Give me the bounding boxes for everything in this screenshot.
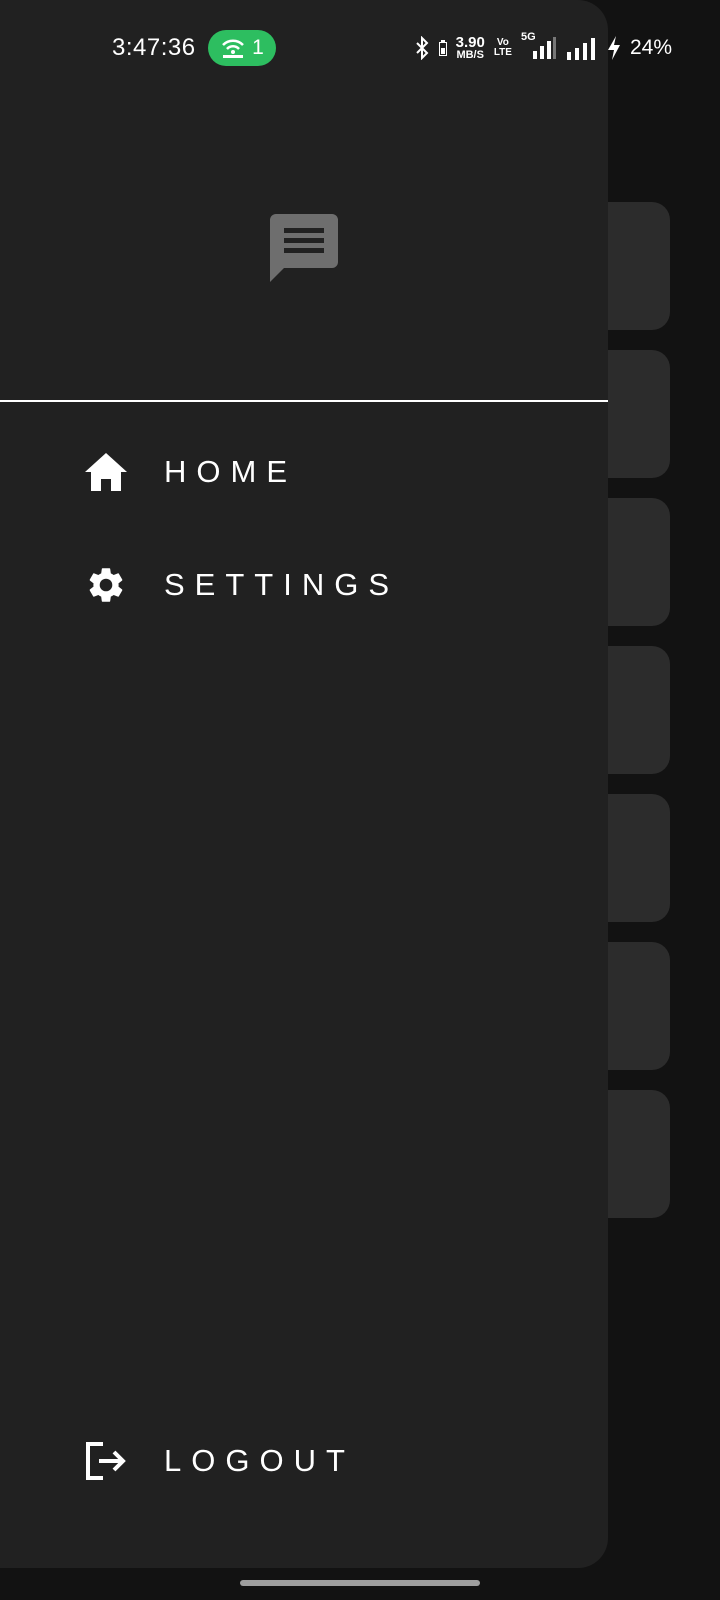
hotspot-count: 1 <box>252 36 264 59</box>
menu-item-settings[interactable]: SETTINGS <box>84 555 564 615</box>
charging-icon <box>607 36 620 60</box>
drawer-header <box>0 96 608 401</box>
menu-item-label: SETTINGS <box>164 567 400 602</box>
volte-indicator: Vo LTE <box>493 37 512 58</box>
status-bar: 3:47:36 1 3.90 MB/S Vo LTE 5G 24% <box>0 0 720 96</box>
logout-icon <box>84 1439 128 1483</box>
home-icon <box>84 450 128 494</box>
navigation-drawer: HOME SETTINGS LOGOUT <box>0 0 608 1568</box>
gesture-home-bar[interactable] <box>240 1580 480 1586</box>
logout-button[interactable]: LOGOUT <box>84 1431 564 1491</box>
hotspot-icon <box>222 39 245 58</box>
gear-icon <box>84 563 128 607</box>
status-time: 3:47:36 <box>112 34 196 61</box>
battery-saver-icon <box>438 40 447 56</box>
battery-percentage: 24% <box>629 36 672 59</box>
bluetooth-icon <box>415 36 429 60</box>
menu-item-label: HOME <box>164 454 297 489</box>
menu-item-home[interactable]: HOME <box>84 442 564 502</box>
header-divider <box>0 400 608 402</box>
signal-5g-icon: 5G <box>521 31 557 61</box>
signal-icon <box>566 38 595 60</box>
hotspot-indicator[interactable]: 1 <box>208 30 276 66</box>
status-icons: 3.90 MB/S Vo LTE 5G 24% <box>414 31 672 64</box>
logout-label: LOGOUT <box>164 1443 355 1478</box>
network-speed: 3.90 MB/S <box>455 34 485 61</box>
chat-logo-icon <box>270 214 338 282</box>
